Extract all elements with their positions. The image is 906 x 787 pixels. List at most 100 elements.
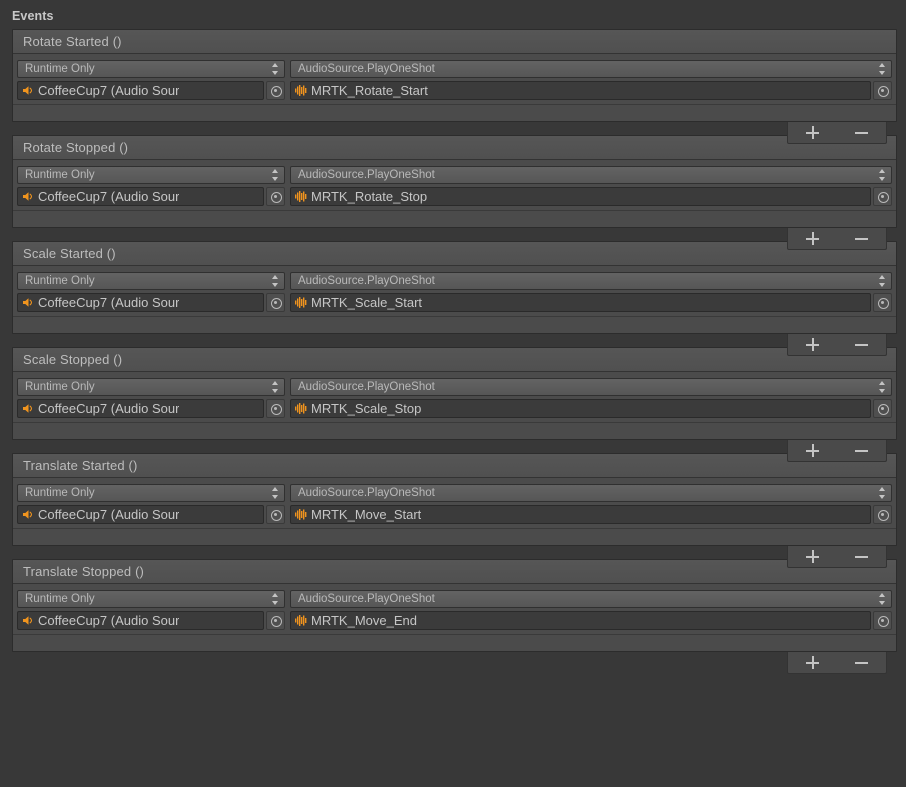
object-picker-button[interactable] [873, 293, 892, 312]
function-row: AudioSource.PlayOneShot [290, 590, 892, 608]
call-state-dropdown[interactable]: Runtime Only [17, 590, 285, 608]
event-listener-row: Runtime Only CoffeeCup7 (Audio Sour Audi… [13, 54, 896, 104]
event-footer-strip [13, 210, 896, 227]
object-picker-button[interactable] [266, 187, 285, 206]
target-object-field[interactable]: CoffeeCup7 (Audio Sour [17, 293, 264, 312]
minus-icon [855, 343, 868, 346]
remove-listener-button[interactable] [845, 653, 879, 673]
audio-clip-waveform-icon [294, 402, 308, 415]
target-object-row: CoffeeCup7 (Audio Sour [17, 81, 285, 100]
add-listener-button[interactable] [796, 547, 830, 567]
listener-right-column: AudioSource.PlayOneShot [290, 272, 892, 312]
target-object-row: CoffeeCup7 (Audio Sour [17, 399, 285, 418]
object-picker-button[interactable] [873, 611, 892, 630]
add-listener-button[interactable] [796, 123, 830, 143]
updown-arrow-icon [270, 62, 281, 76]
function-row: AudioSource.PlayOneShot [290, 378, 892, 396]
argument-object-label: MRTK_Move_End [311, 613, 417, 628]
call-state-dropdown[interactable]: Runtime Only [17, 166, 285, 184]
target-object-label: CoffeeCup7 (Audio Sour [38, 401, 180, 416]
listener-add-remove-bar [787, 440, 887, 462]
object-picker-button[interactable] [873, 399, 892, 418]
minus-icon [855, 661, 868, 664]
argument-object-label: MRTK_Scale_Start [311, 295, 423, 310]
add-listener-button[interactable] [796, 229, 830, 249]
event-spacer [0, 546, 906, 559]
remove-listener-button[interactable] [845, 229, 879, 249]
listener-list: Runtime Only CoffeeCup7 (Audio Sour Audi… [13, 160, 896, 210]
function-dropdown[interactable]: AudioSource.PlayOneShot [290, 166, 892, 184]
target-object-field[interactable]: CoffeeCup7 (Audio Sour [17, 81, 264, 100]
object-picker-button[interactable] [266, 505, 285, 524]
plus-icon [806, 550, 819, 563]
target-object-field[interactable]: CoffeeCup7 (Audio Sour [17, 505, 264, 524]
target-object-label: CoffeeCup7 (Audio Sour [38, 507, 180, 522]
call-state-row: Runtime Only [17, 60, 285, 78]
argument-object-field[interactable]: MRTK_Rotate_Start [290, 81, 871, 100]
audio-source-speaker-icon [21, 614, 35, 627]
call-state-dropdown[interactable]: Runtime Only [17, 484, 285, 502]
argument-row: MRTK_Scale_Start [290, 293, 892, 312]
target-object-label: CoffeeCup7 (Audio Sour [38, 295, 180, 310]
target-object-label: CoffeeCup7 (Audio Sour [38, 83, 180, 98]
listener-right-column: AudioSource.PlayOneShot [290, 484, 892, 524]
object-picker-button[interactable] [873, 81, 892, 100]
event-header-title: Scale Started () [13, 242, 896, 266]
target-object-field[interactable]: CoffeeCup7 (Audio Sour [17, 399, 264, 418]
target-object-label: CoffeeCup7 (Audio Sour [38, 189, 180, 204]
minus-icon [855, 449, 868, 452]
function-label: AudioSource.PlayOneShot [298, 169, 435, 181]
function-row: AudioSource.PlayOneShot [290, 166, 892, 184]
call-state-row: Runtime Only [17, 590, 285, 608]
audio-clip-waveform-icon [294, 190, 308, 203]
object-picker-button[interactable] [266, 399, 285, 418]
argument-object-field[interactable]: MRTK_Scale_Stop [290, 399, 871, 418]
argument-object-field[interactable]: MRTK_Scale_Start [290, 293, 871, 312]
object-picker-button[interactable] [266, 611, 285, 630]
events-list: Rotate Started () Runtime Only CoffeeCup… [0, 29, 906, 674]
add-listener-button[interactable] [796, 441, 830, 461]
call-state-row: Runtime Only [17, 272, 285, 290]
argument-object-field[interactable]: MRTK_Rotate_Stop [290, 187, 871, 206]
function-dropdown[interactable]: AudioSource.PlayOneShot [290, 590, 892, 608]
remove-listener-button[interactable] [845, 335, 879, 355]
function-dropdown[interactable]: AudioSource.PlayOneShot [290, 272, 892, 290]
object-picker-button[interactable] [266, 293, 285, 312]
remove-listener-button[interactable] [845, 547, 879, 567]
call-state-label: Runtime Only [25, 275, 95, 287]
function-dropdown[interactable]: AudioSource.PlayOneShot [290, 60, 892, 78]
minus-icon [855, 555, 868, 558]
audio-source-speaker-icon [21, 84, 35, 97]
call-state-dropdown[interactable]: Runtime Only [17, 272, 285, 290]
target-object-field[interactable]: CoffeeCup7 (Audio Sour [17, 187, 264, 206]
page-title: Events [12, 9, 54, 23]
events-inspector-panel: Events Rotate Started () Runtime Only Co… [0, 0, 906, 787]
remove-listener-button[interactable] [845, 441, 879, 461]
object-picker-button[interactable] [873, 187, 892, 206]
function-label: AudioSource.PlayOneShot [298, 381, 435, 393]
listener-list: Runtime Only CoffeeCup7 (Audio Sour Audi… [13, 584, 896, 634]
updown-arrow-icon [270, 168, 281, 182]
listener-add-remove-bar [787, 652, 887, 674]
add-listener-button[interactable] [796, 653, 830, 673]
function-dropdown[interactable]: AudioSource.PlayOneShot [290, 378, 892, 396]
remove-listener-button[interactable] [845, 123, 879, 143]
event-block: Translate Stopped () Runtime Only Coffee… [12, 559, 897, 674]
argument-object-field[interactable]: MRTK_Move_End [290, 611, 871, 630]
add-listener-button[interactable] [796, 335, 830, 355]
call-state-dropdown[interactable]: Runtime Only [17, 60, 285, 78]
updown-arrow-icon [270, 380, 281, 394]
argument-object-field[interactable]: MRTK_Move_Start [290, 505, 871, 524]
function-label: AudioSource.PlayOneShot [298, 63, 435, 75]
object-picker-button[interactable] [873, 505, 892, 524]
function-dropdown[interactable]: AudioSource.PlayOneShot [290, 484, 892, 502]
event-footer-strip [13, 316, 896, 333]
listener-list: Runtime Only CoffeeCup7 (Audio Sour Audi… [13, 266, 896, 316]
function-row: AudioSource.PlayOneShot [290, 484, 892, 502]
target-object-field[interactable]: CoffeeCup7 (Audio Sour [17, 611, 264, 630]
target-object-row: CoffeeCup7 (Audio Sour [17, 611, 285, 630]
plus-icon [806, 338, 819, 351]
object-picker-button[interactable] [266, 81, 285, 100]
event-block: Translate Started () Runtime Only Coffee… [12, 453, 897, 568]
call-state-dropdown[interactable]: Runtime Only [17, 378, 285, 396]
